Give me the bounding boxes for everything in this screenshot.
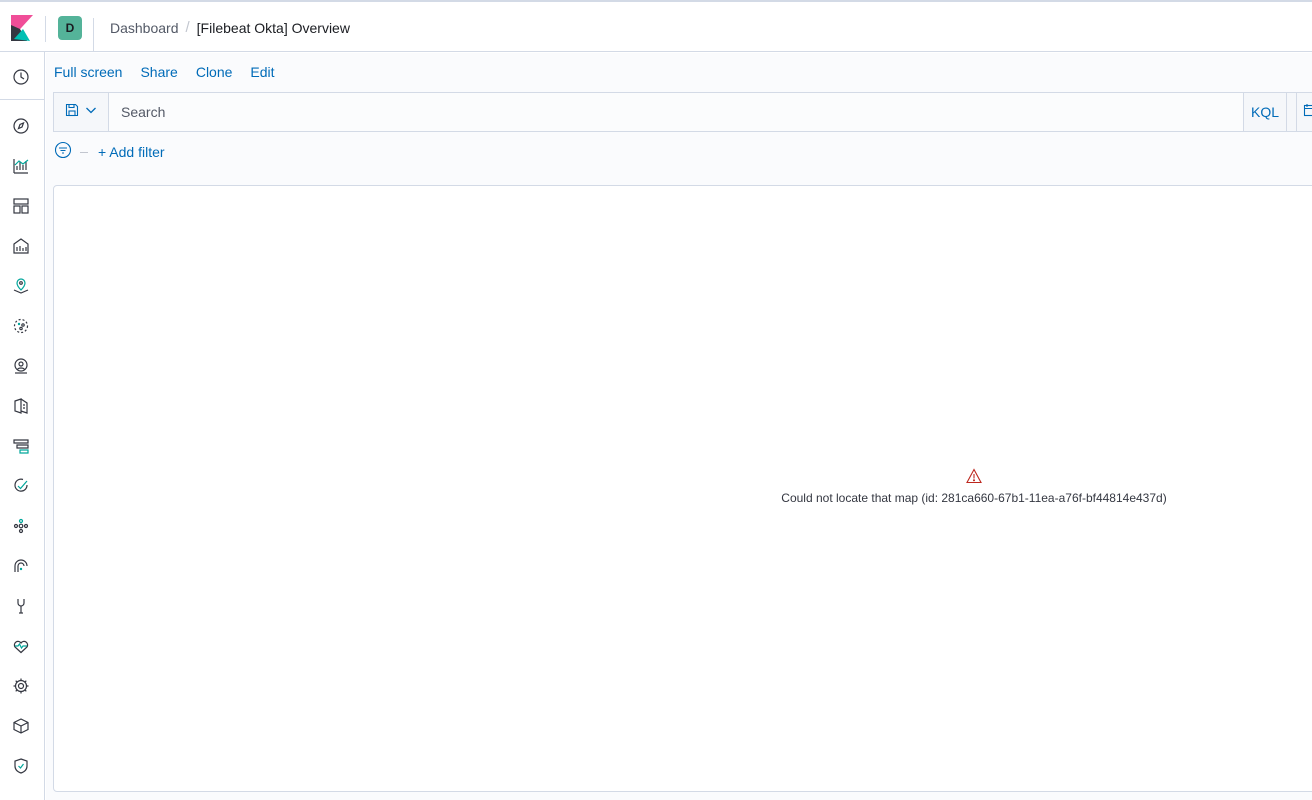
main-content: Full screen Share Clone Edit KQL + Add f… xyxy=(46,53,1312,800)
filter-bar: + Add filter xyxy=(54,141,165,163)
dashboard-top-nav: Full screen Share Clone Edit xyxy=(54,63,275,81)
graph-icon[interactable] xyxy=(12,517,30,535)
space-avatar[interactable]: D xyxy=(58,16,82,40)
logo-divider xyxy=(45,16,46,42)
monitoring-icon[interactable] xyxy=(12,637,30,655)
breadcrumb-separator: / xyxy=(185,19,190,36)
clock-icon[interactable] xyxy=(12,68,30,86)
chevron-down-icon xyxy=(85,103,97,121)
uptime-icon[interactable] xyxy=(12,477,30,495)
visualize-icon[interactable] xyxy=(12,157,30,175)
date-picker-button[interactable] xyxy=(1296,93,1312,131)
panel-error: Could not locate that map (id: 281ca660-… xyxy=(769,468,1179,506)
full-screen-button[interactable]: Full screen xyxy=(54,63,122,81)
query-bar: KQL xyxy=(53,92,1312,132)
calendar-icon xyxy=(1303,103,1312,122)
security-shield-icon[interactable] xyxy=(12,757,30,775)
metrics-icon[interactable] xyxy=(12,357,30,375)
saved-query-button[interactable] xyxy=(54,93,109,131)
logs-icon[interactable] xyxy=(12,397,30,415)
dashboard-icon[interactable] xyxy=(12,197,30,215)
maps-icon[interactable] xyxy=(12,277,30,295)
space-divider xyxy=(93,18,94,51)
filter-options-icon[interactable] xyxy=(54,141,72,164)
search-input[interactable] xyxy=(109,93,1243,131)
clone-button[interactable]: Clone xyxy=(196,63,233,81)
page-title: [Filebeat Okta] Overview xyxy=(196,20,350,36)
error-message: Could not locate that map (id: 281ca660-… xyxy=(781,491,1167,505)
edit-button[interactable]: Edit xyxy=(250,63,274,81)
breadcrumb: Dashboard / [Filebeat Okta] Overview xyxy=(110,19,350,37)
dev-tools-icon[interactable] xyxy=(12,597,30,615)
save-icon xyxy=(65,103,79,122)
machine-learning-icon[interactable] xyxy=(12,317,30,335)
warning-icon xyxy=(966,468,982,484)
share-button[interactable]: Share xyxy=(140,63,177,81)
siem-icon[interactable] xyxy=(12,557,30,575)
management-icon[interactable] xyxy=(12,677,30,695)
add-filter-button[interactable]: + Add filter xyxy=(98,144,165,160)
compass-icon[interactable] xyxy=(12,117,30,135)
map-panel: Could not locate that map (id: 281ca660-… xyxy=(53,185,1312,792)
header-bar: D Dashboard / [Filebeat Okta] Overview xyxy=(0,0,1312,52)
nav-divider xyxy=(0,99,44,100)
side-navigation xyxy=(0,52,45,800)
kql-language-button[interactable]: KQL xyxy=(1243,93,1287,131)
package-icon[interactable] xyxy=(12,717,30,735)
apm-icon[interactable] xyxy=(12,437,30,455)
breadcrumb-dashboard[interactable]: Dashboard xyxy=(110,19,179,37)
kibana-logo-icon[interactable] xyxy=(11,15,33,41)
canvas-icon[interactable] xyxy=(12,237,30,255)
filter-divider xyxy=(80,151,88,153)
